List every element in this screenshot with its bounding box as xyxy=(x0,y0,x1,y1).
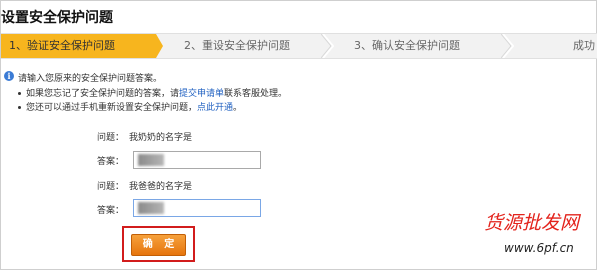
answer-1-label: 答案： xyxy=(97,157,125,167)
info-mobile-line: 您还可以通过手机重新设置安全保护问题，点此开通。 xyxy=(18,100,242,113)
step-label: 1、验证安全保护问题 xyxy=(9,39,115,52)
redacted-answer xyxy=(138,202,164,214)
step-4-success: 成功 xyxy=(573,34,595,58)
step-progress-bar: 1、验证安全保护问题 2、重设安全保护问题 3、确认安全保护问题 成功 xyxy=(1,33,597,59)
info-forgot-line: 如果您忘记了安全保护问题的答案，请提交申请单联系客服处理。 xyxy=(18,86,287,99)
step-label: 成功 xyxy=(573,39,595,52)
step-3-confirm: 3、确认安全保护问题 xyxy=(354,34,460,58)
watermark-text: 货源批发网 xyxy=(484,212,580,234)
page-title: 设置安全保护问题 xyxy=(1,10,113,26)
step-2-reset: 2、重设安全保护问题 xyxy=(184,34,290,58)
answer-2-input[interactable] xyxy=(133,199,261,217)
step-1-verify: 1、验证安全保护问题 xyxy=(1,34,163,58)
step-label: 2、重设安全保护问题 xyxy=(184,39,290,52)
watermark: 货源批发网 www.6pf.cn xyxy=(484,208,594,268)
question-1-text: 我奶奶的名字是 xyxy=(129,133,193,143)
confirm-button[interactable]: 确 定 xyxy=(131,234,186,256)
answer-1-input[interactable] xyxy=(133,151,261,169)
confirm-highlight-box: 确 定 xyxy=(122,226,195,262)
question-2-text: 我爸爸的名字是 xyxy=(129,182,193,192)
bullet-icon xyxy=(18,92,21,95)
chevron-right-icon xyxy=(501,34,515,58)
info-intro: 请输入您原来的安全保护问题答案。 xyxy=(18,74,163,84)
question-2-label: 问题： xyxy=(97,182,125,192)
enable-mobile-link[interactable]: 点此开通 xyxy=(197,103,233,113)
watermark-url: www.6pf.cn xyxy=(504,241,574,255)
submit-request-link[interactable]: 提交申请单 xyxy=(179,89,224,99)
redacted-answer xyxy=(138,154,164,166)
info-icon: i xyxy=(4,71,14,81)
step-label: 3、确认安全保护问题 xyxy=(354,39,460,52)
question-1-label: 问题： xyxy=(97,133,125,143)
bullet-icon xyxy=(18,106,21,109)
chevron-right-icon xyxy=(321,34,335,58)
answer-2-label: 答案： xyxy=(97,206,125,216)
